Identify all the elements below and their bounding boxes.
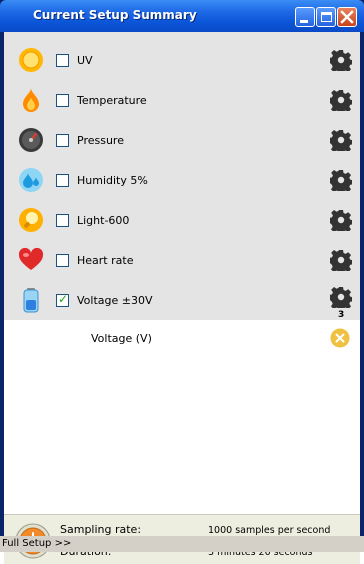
sensor-checkbox-uv[interactable] xyxy=(56,54,69,67)
gear-icon[interactable] xyxy=(330,249,352,271)
lightbulb-icon xyxy=(19,208,43,232)
gear-icon[interactable] xyxy=(330,129,352,151)
sensor-row-temperature: Temperature xyxy=(4,80,360,120)
sensor-row-uv: UV xyxy=(4,40,360,80)
active-channel-row: Voltage (V) xyxy=(4,320,360,356)
sensor-row-heart-rate: Heart rate xyxy=(4,240,360,280)
gear-icon[interactable] xyxy=(330,209,352,231)
sensor-list: UV Temperature Pressure Humidity 5% Ligh… xyxy=(4,32,360,320)
gear-icon[interactable] xyxy=(330,169,352,191)
channel-count-badge: 3 xyxy=(338,310,345,320)
sensor-label: Humidity 5% xyxy=(77,174,148,187)
checkmark-icon: ✓ xyxy=(58,292,69,306)
battery-icon xyxy=(23,288,39,313)
gear-icon[interactable] xyxy=(330,49,352,71)
channel-list-empty-area xyxy=(4,356,360,514)
close-icon xyxy=(340,10,354,24)
sensor-label: Pressure xyxy=(77,134,124,147)
gear-icon[interactable] xyxy=(330,286,352,308)
sun-icon xyxy=(19,48,43,72)
gear-icon[interactable] xyxy=(330,89,352,111)
sensor-row-humidity: Humidity 5% xyxy=(4,160,360,200)
sampling-rate-value: 1000 samples per second xyxy=(208,525,331,536)
sensor-label: Temperature xyxy=(77,94,147,107)
sensor-checkbox-heart-rate[interactable] xyxy=(56,254,69,267)
sensor-label: Voltage ±30V xyxy=(77,294,153,307)
sensor-label: Heart rate xyxy=(77,254,134,267)
sensor-label: UV xyxy=(77,54,93,67)
close-button[interactable] xyxy=(337,7,357,27)
full-setup-link[interactable]: Full Setup >> xyxy=(2,538,71,549)
sensor-checkbox-voltage[interactable]: ✓ xyxy=(56,292,69,307)
sensor-row-light: Light-600 xyxy=(4,200,360,240)
heart-icon xyxy=(18,247,44,270)
window-title: Current Setup Summary xyxy=(33,8,197,22)
remove-channel-icon[interactable] xyxy=(330,328,350,348)
maximize-button[interactable] xyxy=(316,7,336,27)
window-content: UV Temperature Pressure Humidity 5% Ligh… xyxy=(4,32,360,564)
title-bar[interactable]: Current Setup Summary xyxy=(0,0,364,32)
channel-label: Voltage (V) xyxy=(91,332,152,345)
sensor-row-pressure: Pressure xyxy=(4,120,360,160)
gauge-icon xyxy=(19,128,43,152)
minimize-button[interactable] xyxy=(295,7,315,27)
sensor-label: Light-600 xyxy=(77,214,130,227)
sensor-checkbox-pressure[interactable] xyxy=(56,134,69,147)
sensor-checkbox-humidity[interactable] xyxy=(56,174,69,187)
flame-icon xyxy=(23,88,39,112)
setup-summary-window: Current Setup Summary UV Temperature Pre… xyxy=(0,0,364,564)
sensor-row-voltage: ✓ Voltage ±30V xyxy=(4,280,360,320)
sensor-checkbox-light[interactable] xyxy=(56,214,69,227)
full-setup-bar: Full Setup >> xyxy=(0,536,364,552)
sampling-rate-label: Sampling rate: xyxy=(60,523,142,536)
sensor-checkbox-temperature[interactable] xyxy=(56,94,69,107)
water-drops-icon xyxy=(19,168,43,192)
